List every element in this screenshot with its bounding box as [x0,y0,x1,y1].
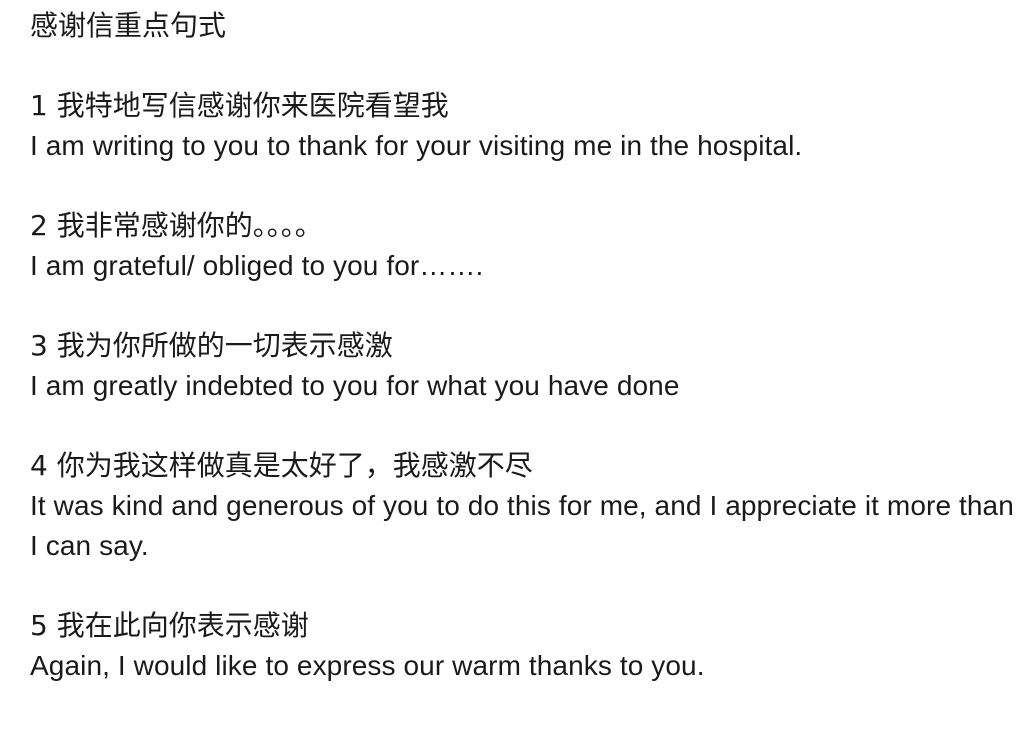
sentence-item: 3 我为你所做的一切表示感激 I am greatly indebted to … [30,326,1025,406]
document-title: 感谢信重点句式 [30,9,227,42]
english-sentence: It was kind and generous of you to do th… [30,490,1014,561]
chinese-sentence: 5 我在此向你表示感谢 [30,609,309,642]
chinese-sentence: 3 我为你所做的一切表示感激 [30,329,393,362]
sentence-item: 2 我非常感谢你的。。。。 I am grateful/ obliged to … [30,206,1025,286]
english-sentence: Again, I would like to express our warm … [30,650,705,681]
sentence-item: 5 我在此向你表示感谢 Again, I would like to expre… [30,606,1025,686]
chinese-sentence: 1 我特地写信感谢你来医院看望我 [30,89,449,122]
english-sentence: I am writing to you to thank for your vi… [30,130,803,161]
english-sentence: I am grateful/ obliged to you for……. [30,250,484,281]
english-sentence: I am greatly indebted to you for what yo… [30,370,680,401]
chinese-sentence: 2 我非常感谢你的。。。。 [30,209,323,242]
chinese-sentence: 4 你为我这样做真是太好了，我感激不尽 [30,449,533,482]
sentence-item: 4 你为我这样做真是太好了，我感激不尽 It was kind and gene… [30,446,1025,566]
sentence-item: 1 我特地写信感谢你来医院看望我 I am writing to you to … [30,86,1025,166]
document: 感谢信重点句式 1 我特地写信感谢你来医院看望我 I am writing to… [30,6,1025,686]
